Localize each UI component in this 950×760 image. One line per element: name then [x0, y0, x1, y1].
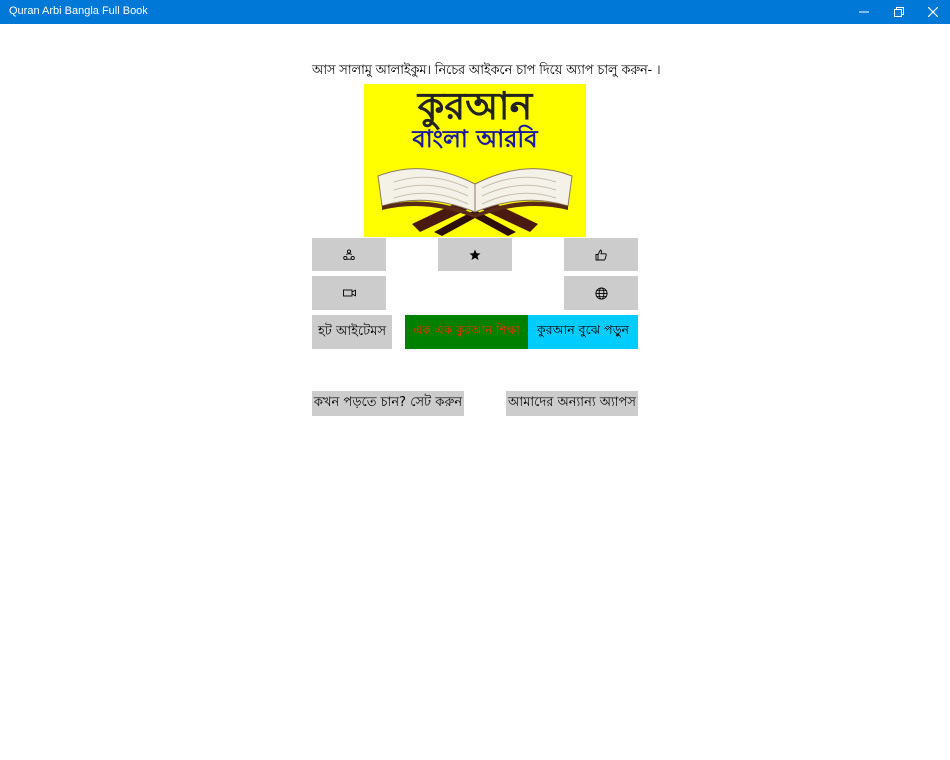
restore-icon	[894, 7, 904, 17]
star-icon	[469, 249, 481, 260]
quran-understand-button[interactable]: কুরআন বুঝে পড়ুন	[528, 315, 638, 349]
web-button[interactable]	[564, 276, 638, 310]
quran-learning-button[interactable]: এক এক কুরআন শিক্ষা	[405, 315, 528, 349]
minimize-icon	[859, 11, 869, 13]
video-icon	[342, 289, 356, 297]
title-bar: Quran Arbi Bangla Full Book	[0, 0, 950, 24]
logo-title: কুরআন	[417, 84, 533, 128]
other-apps-button[interactable]: আমাদের অন্যান্য অ্যাপস	[506, 391, 638, 416]
video-button[interactable]	[312, 276, 386, 310]
restore-button[interactable]	[882, 0, 916, 24]
close-button[interactable]	[916, 0, 950, 24]
like-button[interactable]	[564, 238, 638, 271]
thumbs-up-icon	[595, 249, 607, 260]
window-title: Quran Arbi Bangla Full Book	[9, 5, 148, 17]
set-reminder-button[interactable]: কখন পড়তে চান? সেট করুন	[312, 391, 464, 416]
app-logo[interactable]: কুরআন বাংলা আরবি	[364, 84, 586, 237]
share-icon	[343, 248, 355, 260]
logo-subtitle: বাংলা আরবি	[412, 125, 538, 153]
quran-book-icon	[377, 168, 573, 236]
share-button[interactable]	[312, 238, 386, 271]
hot-items-button[interactable]: হট আইটেমস	[312, 315, 392, 349]
minimize-button[interactable]	[847, 0, 881, 24]
rate-button[interactable]	[438, 238, 512, 271]
close-icon	[928, 7, 938, 17]
globe-icon	[594, 286, 608, 300]
greeting-text: আস সালামু আলাইকুম। নিচের আইকনে চাপ দিয়ে…	[312, 63, 661, 78]
